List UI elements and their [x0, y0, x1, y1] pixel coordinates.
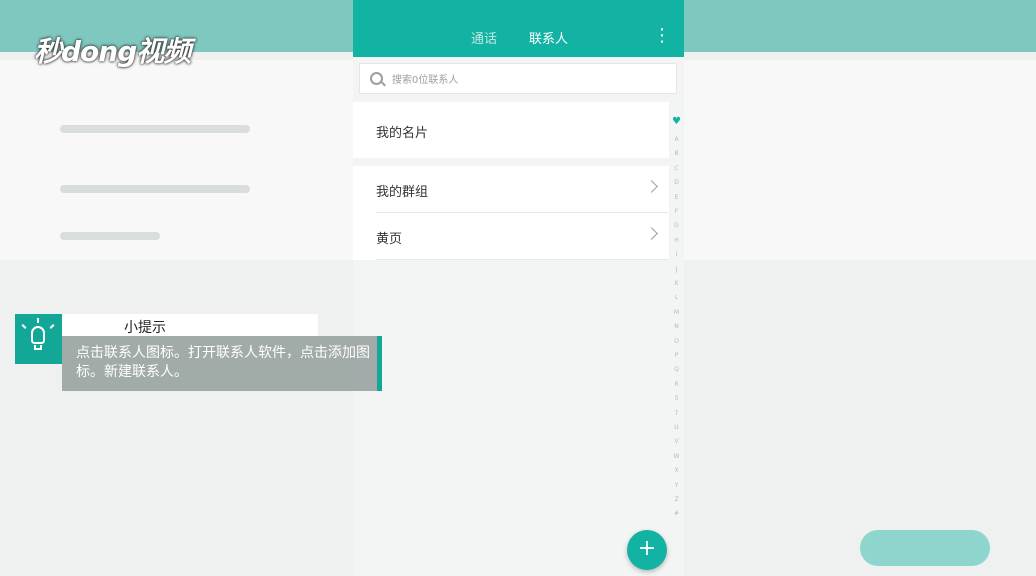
- search-icon: [370, 72, 383, 85]
- tab-contacts[interactable]: 联系人: [529, 28, 568, 47]
- lightbulb-ray: [21, 324, 27, 329]
- alphabet-letter[interactable]: Q: [669, 366, 684, 373]
- alphabet-letter[interactable]: O: [669, 338, 684, 345]
- plus-icon: +: [637, 536, 657, 561]
- alphabet-letter[interactable]: V: [669, 438, 684, 445]
- chevron-right-icon: [645, 180, 658, 193]
- alphabet-letter[interactable]: J: [669, 266, 684, 273]
- alphabet-letter[interactable]: Z: [669, 496, 684, 503]
- lightbulb-base: [34, 345, 42, 350]
- top-bar: 通话 联系人 ⋮: [353, 0, 684, 57]
- my-card-label: 我的名片: [376, 126, 429, 141]
- my-groups-label: 我的群组: [376, 185, 429, 200]
- alphabet-letter[interactable]: H: [669, 237, 684, 244]
- alphabet-letter[interactable]: N: [669, 323, 684, 330]
- background-line: [60, 185, 250, 193]
- alphabet-letter[interactable]: E: [669, 194, 684, 201]
- alphabet-letter[interactable]: L: [669, 294, 684, 301]
- alphabet-letter[interactable]: K: [669, 280, 684, 287]
- tip-text: 点击联系人图标。打开联系人软件，点击添加图标。新建联系人。: [76, 345, 370, 380]
- alphabet-letter[interactable]: P: [669, 352, 684, 359]
- lightbulb-ray: [49, 324, 55, 329]
- background-button: [860, 530, 990, 566]
- alphabet-letter[interactable]: D: [669, 179, 684, 186]
- alphabet-letter[interactable]: S: [669, 395, 684, 402]
- tip-icon-box: [15, 314, 62, 364]
- alphabet-letter[interactable]: Y: [669, 482, 684, 489]
- alphabet-letter[interactable]: U: [669, 424, 684, 431]
- phone-screen: 通话 联系人 ⋮ 我的名片 我的群组 黄页 ♥ AB CD EFG HI JKL MN OP…: [353, 0, 684, 576]
- alphabet-letter[interactable]: A: [669, 136, 684, 143]
- my-card-row[interactable]: 我的名片: [353, 102, 669, 158]
- divider: [376, 259, 669, 260]
- alphabet-letter[interactable]: B: [669, 150, 684, 157]
- lightbulb-icon: [31, 326, 45, 344]
- alphabet-letter[interactable]: R: [669, 381, 684, 388]
- search-input[interactable]: [390, 68, 664, 92]
- background-line: [60, 232, 160, 240]
- tip-title: 小提示: [124, 320, 166, 336]
- tip-title-bar: 小提示: [62, 314, 318, 336]
- logo: 秒dong视频: [34, 35, 191, 68]
- chevron-right-icon: [645, 227, 658, 240]
- alphabet-letter[interactable]: I: [669, 251, 684, 258]
- alphabet-letter[interactable]: F: [669, 208, 684, 215]
- favorites-heart-icon[interactable]: ♥: [672, 116, 681, 127]
- alphabet-letter[interactable]: #: [669, 510, 684, 517]
- alphabet-letter[interactable]: C: [669, 165, 684, 172]
- alphabet-letter[interactable]: X: [669, 467, 684, 474]
- tip-body: 点击联系人图标。打开联系人软件，点击添加图标。新建联系人。: [62, 336, 377, 391]
- alphabet-letter[interactable]: M: [669, 309, 684, 316]
- lightbulb-ray: [37, 318, 39, 323]
- add-contact-button[interactable]: +: [627, 530, 667, 570]
- tip-accent-bar: [377, 336, 382, 391]
- tab-calls[interactable]: 通话: [471, 28, 497, 47]
- alphabet-letter[interactable]: G: [669, 222, 684, 229]
- more-vertical-icon[interactable]: ⋮: [653, 27, 671, 45]
- search-bar[interactable]: [359, 63, 677, 94]
- yellow-pages-label: 黄页: [376, 232, 403, 247]
- alphabet-letter[interactable]: W: [669, 453, 684, 460]
- alphabet-letter[interactable]: T: [669, 410, 684, 417]
- alphabet-index[interactable]: ♥ A B C D E F G H I J K L M N O P Q R S T U V W X Y Z #: [669, 116, 684, 517]
- background-line: [60, 125, 250, 133]
- yellow-pages-row[interactable]: 黄页: [353, 213, 669, 260]
- my-groups-row[interactable]: 我的群组: [353, 166, 669, 213]
